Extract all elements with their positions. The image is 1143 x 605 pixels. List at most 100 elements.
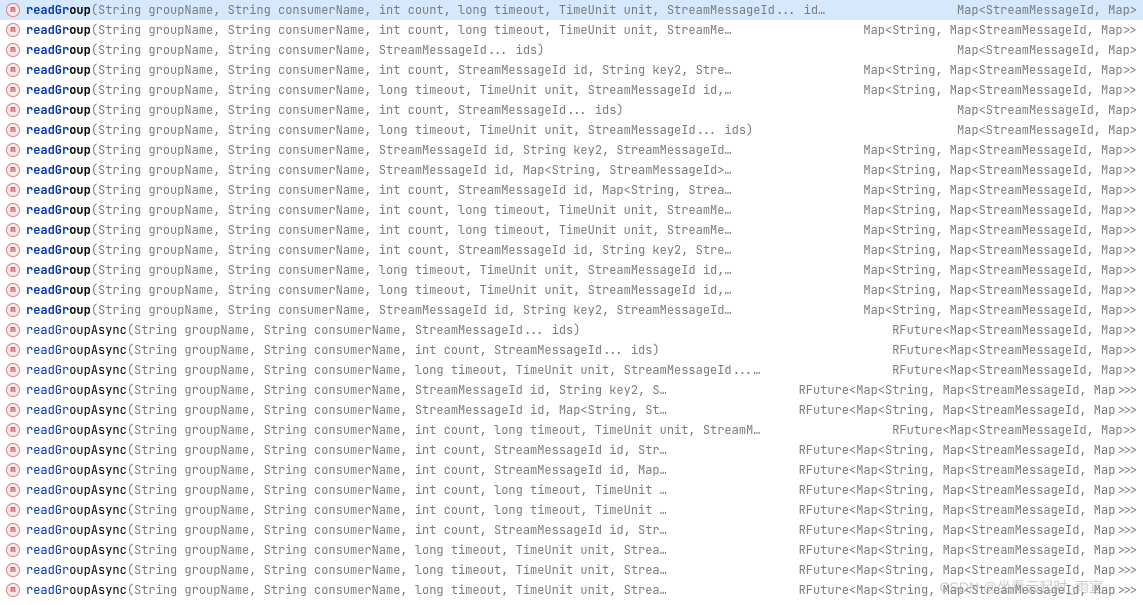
method-icon: m <box>6 103 20 117</box>
completion-item[interactable]: m readGroup(String groupName, String cons… <box>0 160 1143 180</box>
completion-item[interactable]: m readGroup(String groupName, String cons… <box>0 240 1143 260</box>
completion-params: (String groupName, String consumerName, … <box>127 322 581 338</box>
method-icon: m <box>6 223 20 237</box>
method-icon: m <box>6 423 20 437</box>
completion-item[interactable]: m readGroup(String groupName, String cons… <box>0 200 1143 220</box>
completion-item[interactable]: mreadGroupAsync(String groupName, String… <box>0 500 1143 520</box>
completion-item[interactable]: m readGroup(String groupName, String cons… <box>0 140 1143 160</box>
completion-return-type: Map<String, Map<StreamMessageId, Map>> <box>851 282 1137 298</box>
method-icon: m <box>6 183 20 197</box>
method-icon: m <box>6 163 20 177</box>
method-icon: m <box>6 583 20 597</box>
method-icon: m <box>6 243 20 257</box>
completion-signature: readGroupAsync(String groupName, String … <box>26 422 880 438</box>
completion-item[interactable]: m readGroup(String groupName, String cons… <box>0 40 1143 60</box>
completion-params: (String groupName, String consumerName, … <box>91 2 825 18</box>
completion-params: (String groupName, String consumerName, … <box>91 182 732 198</box>
completion-item[interactable]: mreadGroup(String groupName, String cons… <box>0 100 1143 120</box>
completion-item[interactable]: mreadGroup(String groupName, String cons… <box>0 300 1143 320</box>
completion-item[interactable]: m readGroup(String groupName, String cons… <box>0 220 1143 240</box>
completion-return-type: RFuture<Map<String, Map<StreamMessageId,… <box>787 442 1137 458</box>
completion-return-type: RFuture<Map<String, Map<StreamMessageId,… <box>787 542 1137 558</box>
completion-params: (String groupName, String consumerName, … <box>127 562 667 578</box>
completion-return-type: Map<String, Map<StreamMessageId, Map>> <box>851 262 1137 278</box>
completion-item[interactable]: mreadGroupAsync(String groupName, String… <box>0 520 1143 540</box>
completion-params: (String groupName, String consumerName, … <box>91 302 732 318</box>
method-icon: m <box>6 203 20 217</box>
completion-item[interactable]: mreadGroupAsync(String groupName, String… <box>0 440 1143 460</box>
completion-signature: readGroupAsync(String groupName, String … <box>26 342 880 358</box>
completion-params: (String groupName, String consumerName, … <box>91 262 732 278</box>
completion-params: (String groupName, String consumerName, … <box>127 422 761 438</box>
completion-item[interactable]: mreadGroup(String groupName, String cons… <box>0 0 1143 20</box>
completion-item[interactable]: mreadGroup(String groupName, String cons… <box>0 120 1143 140</box>
completion-signature: readGroup(String groupName, String consu… <box>26 82 851 98</box>
completion-return-type: Map<StreamMessageId, Map> <box>945 42 1137 58</box>
completion-item[interactable]: mreadGroupAsync(String groupName, String… <box>0 540 1143 560</box>
method-icon: m <box>6 63 20 77</box>
completion-return-type: Map<String, Map<StreamMessageId, Map>> <box>851 162 1137 178</box>
method-icon: m <box>6 503 20 517</box>
method-icon: m <box>6 343 20 357</box>
completion-signature: readGroup(String groupName, String consu… <box>26 242 851 258</box>
completion-params: (String groupName, String consumerName, … <box>127 462 667 478</box>
completion-item[interactable]: mreadGroup(String groupName, String cons… <box>0 280 1143 300</box>
method-icon: m <box>6 383 20 397</box>
completion-signature: readGroup(String groupName, String consu… <box>26 162 851 178</box>
completion-item[interactable]: m readGroupAsync(String groupName, String… <box>0 480 1143 500</box>
completion-params: (String groupName, String consumerName, … <box>91 62 732 78</box>
completion-params: (String groupName, String consumerName, … <box>127 482 667 498</box>
completion-item[interactable]: mreadGroupAsync(String groupName, String… <box>0 360 1143 380</box>
completion-item[interactable]: mreadGroupAsync(String groupName, String… <box>0 560 1143 580</box>
completion-signature: readGroup(String groupName, String consu… <box>26 142 851 158</box>
completion-signature: readGroup(String groupName, String consu… <box>26 282 851 298</box>
completion-params: (String groupName, String consumerName, … <box>127 362 761 378</box>
completion-params: (String groupName, String consumerName, … <box>91 222 732 238</box>
completion-params: (String groupName, String consumerName, … <box>91 102 624 118</box>
completion-return-type: Map<String, Map<StreamMessageId, Map>> <box>851 302 1137 318</box>
completion-signature: readGroup(String groupName, String consu… <box>26 262 851 278</box>
completion-params: (String groupName, String consumerName, … <box>91 42 545 58</box>
completion-params: (String groupName, String consumerName, … <box>127 582 667 598</box>
completion-item[interactable]: m readGroup(String groupName, String cons… <box>0 260 1143 280</box>
completion-return-type: Map<String, Map<StreamMessageId, Map>> <box>851 82 1137 98</box>
completion-signature: readGroupAsync(String groupName, String … <box>26 322 880 338</box>
completion-params: (String groupName, String consumerName, … <box>91 82 732 98</box>
method-icon: m <box>6 43 20 57</box>
completion-item[interactable]: mreadGroupAsync(String groupName, String… <box>0 400 1143 420</box>
completion-signature: readGroupAsync(String groupName, String … <box>26 442 787 458</box>
completion-return-type: Map<StreamMessageId, Map> <box>945 2 1137 18</box>
completion-item[interactable]: m readGroupAsync(String groupName, String… <box>0 340 1143 360</box>
completion-params: (String groupName, String consumerName, … <box>91 202 732 218</box>
completion-signature: readGroupAsync(String groupName, String … <box>26 482 787 498</box>
completion-item[interactable]: mreadGroupAsync(String groupName, String… <box>0 320 1143 340</box>
completion-return-type: Map<String, Map<StreamMessageId, Map>> <box>851 242 1137 258</box>
method-icon: m <box>6 143 20 157</box>
completion-item[interactable]: mreadGroup(String groupName, String cons… <box>0 20 1143 40</box>
completion-signature: readGroup(String groupName, String consu… <box>26 202 851 218</box>
completion-signature: readGroup(String groupName, String consu… <box>26 222 851 238</box>
completion-item[interactable]: mreadGroupAsync(String groupName, String… <box>0 380 1143 400</box>
completion-item[interactable]: m readGroupAsync(String groupName, String… <box>0 580 1143 600</box>
completion-signature: readGroupAsync(String groupName, String … <box>26 522 787 538</box>
method-icon: m <box>6 483 20 497</box>
completion-signature: readGroup(String groupName, String consu… <box>26 42 945 58</box>
completion-return-type: RFuture<Map<String, Map<StreamMessageId,… <box>787 522 1137 538</box>
completion-signature: readGroupAsync(String groupName, String … <box>26 582 787 598</box>
completion-signature: readGroupAsync(String groupName, String … <box>26 462 787 478</box>
completion-return-type: RFuture<Map<StreamMessageId, Map>> <box>880 422 1137 438</box>
completion-return-type: RFuture<Map<StreamMessageId, Map>> <box>880 322 1137 338</box>
completion-signature: readGroup(String groupName, String consu… <box>26 302 851 318</box>
method-icon: m <box>6 263 20 277</box>
completion-params: (String groupName, String consumerName, … <box>127 522 667 538</box>
completion-item[interactable]: mreadGroup(String groupName, String cons… <box>0 60 1143 80</box>
completion-item[interactable]: mreadGroupAsync(String groupName, String… <box>0 460 1143 480</box>
completion-return-type: Map<String, Map<StreamMessageId, Map>> <box>851 202 1137 218</box>
completion-item[interactable]: m readGroupAsync(String groupName, String… <box>0 420 1143 440</box>
completion-item[interactable]: mreadGroup(String groupName, String cons… <box>0 80 1143 100</box>
completion-return-type: RFuture<Map<String, Map<StreamMessageId,… <box>787 382 1137 398</box>
completion-return-type: Map<String, Map<StreamMessageId, Map>> <box>851 62 1137 78</box>
method-icon: m <box>6 363 20 377</box>
completion-item[interactable]: mreadGroup(String groupName, String cons… <box>0 180 1143 200</box>
completion-signature: readGroup(String groupName, String consu… <box>26 2 945 18</box>
